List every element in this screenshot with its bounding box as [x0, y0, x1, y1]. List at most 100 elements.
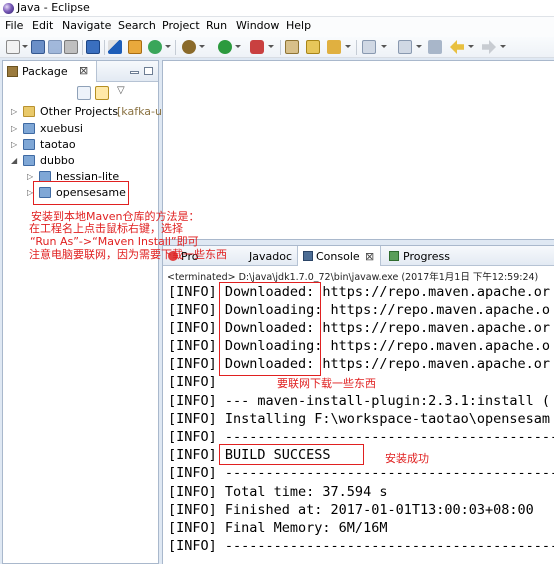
- toolbar-separator: [104, 40, 105, 55]
- menu-navigate[interactable]: Navigate: [62, 19, 111, 32]
- package-explorer-toolbar: ▽: [3, 83, 158, 103]
- menu-help[interactable]: Help: [286, 19, 311, 32]
- tree-item-label: dubbo: [40, 154, 75, 167]
- tree-item-xuebusi[interactable]: ▷ xuebusi: [11, 121, 159, 137]
- tab-console[interactable]: Console ⊠: [297, 246, 381, 266]
- collapse-all-icon[interactable]: [77, 86, 91, 100]
- title-bar: Java - Eclipse: [0, 0, 554, 17]
- close-icon[interactable]: ⊠: [79, 64, 88, 77]
- save-icon[interactable]: [31, 40, 45, 54]
- console-line: [INFO] Finished at: 2017-01-01T13:00:03+…: [168, 502, 534, 518]
- package-explorer-panel: Package ⊠ ▽ ▷ Other Projects [kafka-ul ▷…: [2, 60, 165, 564]
- console-icon: [303, 251, 313, 261]
- console-line: [INFO] Final Memory: 6M/16M: [168, 520, 388, 536]
- forward-arrow-icon[interactable]: [482, 40, 496, 54]
- folder-icon: [23, 106, 35, 117]
- collapse-icon[interactable]: ◢: [11, 156, 17, 165]
- menu-file[interactable]: File: [5, 19, 23, 32]
- link-with-editor-icon[interactable]: [95, 86, 109, 100]
- search-dropdown-icon[interactable]: [345, 45, 351, 48]
- console-line: [INFO] --- maven-install-plugin:2.3.1:in…: [168, 393, 551, 409]
- editor-area: [162, 60, 554, 240]
- run-icon[interactable]: [218, 40, 232, 54]
- refresh-icon[interactable]: [148, 40, 162, 54]
- annotation-line-3: “Run As”->“Maven Install”即可: [30, 235, 199, 248]
- annotation-download-note: 要联网下载一些东西: [277, 377, 376, 390]
- search-icon[interactable]: [327, 40, 341, 54]
- package-icon: [7, 66, 18, 77]
- previous-annotation-dropdown-icon[interactable]: [416, 45, 422, 48]
- expand-icon[interactable]: ▷: [27, 172, 33, 181]
- progress-icon: [389, 251, 399, 261]
- new-icon[interactable]: [6, 40, 20, 54]
- toolbar-separator: [280, 40, 281, 55]
- annotation-line-4: 注意电脑要联网，因为需要下载一些东西: [29, 248, 227, 261]
- menu-project[interactable]: Project: [162, 19, 200, 32]
- console-line: [INFO] ---------------------------------…: [168, 538, 554, 554]
- previous-annotation-icon[interactable]: [398, 40, 412, 54]
- tree-item-label: taotao: [40, 138, 76, 151]
- next-annotation-dropdown-icon[interactable]: [381, 45, 387, 48]
- project-icon: [23, 155, 35, 166]
- menu-edit[interactable]: Edit: [32, 19, 53, 32]
- menu-window[interactable]: Window: [236, 19, 279, 32]
- console-line: [INFO] Installing F:\workspace-taotao\op…: [168, 411, 551, 427]
- open-type-icon[interactable]: [306, 40, 320, 54]
- debug-dropdown-icon[interactable]: [199, 45, 205, 48]
- project-icon: [23, 123, 35, 134]
- tree-item-suffix: [kafka-ul: [117, 105, 165, 118]
- tab-package-explorer[interactable]: Package ⊠: [3, 61, 97, 82]
- expand-icon[interactable]: ▷: [11, 124, 17, 133]
- console-line: [INFO]: [168, 374, 217, 390]
- main-toolbar: [0, 37, 554, 58]
- console-line: [INFO] ---------------------------------…: [168, 465, 554, 481]
- annotation-box-build-success: [219, 444, 364, 465]
- tree-item-other-projects[interactable]: ▷ Other Projects [kafka-ul: [11, 104, 165, 120]
- expand-icon[interactable]: ▷: [11, 107, 17, 116]
- tab-progress-label: Progress: [403, 250, 450, 263]
- project-icon: [23, 139, 35, 150]
- last-edit-icon[interactable]: [428, 40, 442, 54]
- toolbar-separator: [175, 40, 176, 55]
- tree-item-label: Other Projects: [40, 105, 119, 118]
- annotation-line-2: 在工程名上点击鼠标右键，选择: [29, 222, 183, 235]
- new-dropdown-icon[interactable]: [22, 45, 28, 48]
- console-line: [INFO] Total time: 37.594 s: [168, 484, 388, 500]
- forward-dropdown-icon[interactable]: [500, 45, 506, 48]
- external-tools-dropdown-icon[interactable]: [268, 45, 274, 48]
- print-icon[interactable]: [64, 40, 78, 54]
- tree-item-taotao[interactable]: ▷ taotao: [11, 137, 159, 153]
- package-tab-label: Package: [22, 65, 68, 78]
- annotation-box-downloads: [219, 282, 321, 376]
- terminal-icon[interactable]: [86, 40, 100, 54]
- menu-bar: File Edit Navigate Search Project Run Wi…: [0, 17, 554, 37]
- run-dropdown-icon[interactable]: [235, 45, 241, 48]
- back-arrow-icon[interactable]: [450, 40, 464, 54]
- external-tools-icon[interactable]: [250, 40, 264, 54]
- expand-icon[interactable]: ▷: [11, 140, 17, 149]
- maximize-icon[interactable]: [144, 67, 153, 75]
- next-annotation-icon[interactable]: [362, 40, 376, 54]
- tab-javadoc-label: Javadoc: [249, 250, 292, 263]
- debug-icon[interactable]: [182, 40, 196, 54]
- save-all-icon[interactable]: [48, 40, 62, 54]
- tree-item-label: xuebusi: [40, 122, 83, 135]
- new-java-project-icon[interactable]: [285, 40, 299, 54]
- toolbar-separator: [82, 40, 83, 55]
- close-icon[interactable]: ⊠: [365, 250, 374, 263]
- build-icon[interactable]: [128, 40, 142, 54]
- toggle-breadcrumb-icon[interactable]: [108, 40, 122, 54]
- tab-javadoc[interactable]: Javadoc: [233, 246, 295, 266]
- back-dropdown-icon[interactable]: [468, 45, 474, 48]
- menu-run[interactable]: Run: [206, 19, 227, 32]
- window-title: Java - Eclipse: [17, 1, 90, 14]
- tab-progress[interactable]: Progress: [385, 246, 455, 266]
- annotation-success-note: 安装成功: [385, 452, 429, 465]
- minimize-icon[interactable]: [130, 71, 139, 74]
- console-status: <terminated> D:\java\jdk1.7.0_72\bin\jav…: [167, 272, 539, 283]
- package-explorer-tabbar: Package ⊠: [3, 61, 158, 82]
- tree-item-dubbo[interactable]: ◢ dubbo: [11, 153, 159, 169]
- menu-search[interactable]: Search: [118, 19, 156, 32]
- refresh-dropdown-icon[interactable]: [165, 45, 171, 48]
- view-menu-icon[interactable]: ▽: [117, 85, 131, 99]
